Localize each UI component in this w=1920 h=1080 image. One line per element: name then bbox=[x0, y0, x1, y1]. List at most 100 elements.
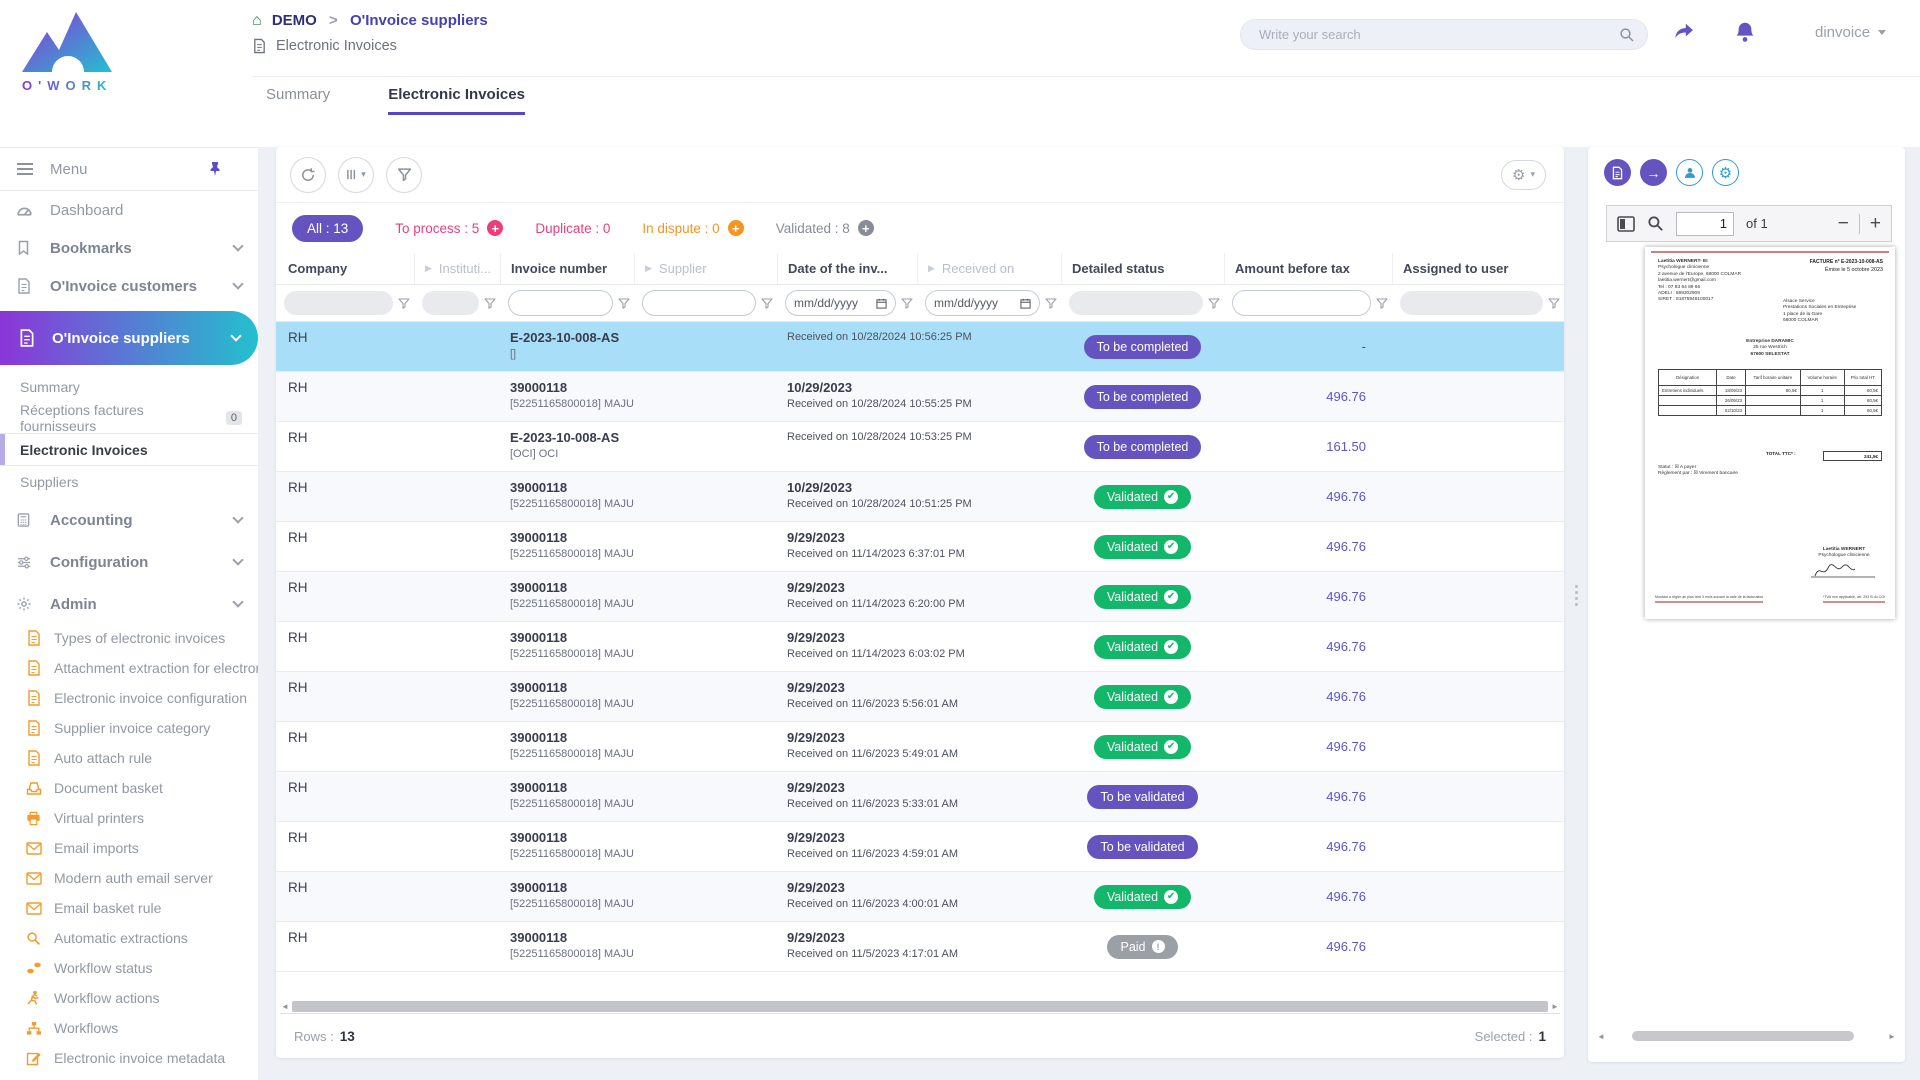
sidebar-admin-item-workflow-status[interactable]: Workflow status bbox=[0, 953, 258, 983]
search-input[interactable] bbox=[1259, 27, 1619, 42]
filter-in-dispute[interactable]: In dispute : 0+ bbox=[642, 220, 743, 236]
plus-icon[interactable]: + bbox=[487, 220, 503, 236]
sidebar-admin-item-email-imports[interactable]: Email imports bbox=[0, 833, 258, 863]
sidebar-subitem-electronic-invoices[interactable]: Electronic Invoices bbox=[0, 433, 258, 466]
table-row[interactable]: RH39000118[52251165800018] MAJUSCULE9/29… bbox=[276, 922, 1564, 972]
zoom-in-button[interactable]: + bbox=[1870, 213, 1881, 235]
open-arrow-button[interactable]: → bbox=[1640, 159, 1667, 186]
table-row[interactable]: RHE-2023-10-008-AS[OCI] OCIReceived on 1… bbox=[276, 422, 1564, 472]
pdf-search-icon[interactable] bbox=[1647, 215, 1664, 232]
share-icon[interactable] bbox=[1672, 21, 1696, 43]
date-filter-input[interactable]: mm/dd/yyyy bbox=[925, 290, 1040, 316]
column-header-assigned-to-user[interactable]: Assigned to user bbox=[1392, 253, 1564, 284]
table-row[interactable]: RH39000118[52251165800018] MAJUSCULE9/29… bbox=[276, 572, 1564, 622]
home-icon[interactable]: ⌂ bbox=[252, 12, 262, 29]
zoom-out-button[interactable]: − bbox=[1838, 213, 1849, 235]
cell-amount[interactable]: 496.76 bbox=[1224, 772, 1392, 821]
filter-button[interactable] bbox=[386, 157, 422, 193]
scrollbar-thumb[interactable] bbox=[1632, 1031, 1854, 1041]
cell-amount[interactable]: 496.76 bbox=[1224, 622, 1392, 671]
text-filter-input[interactable] bbox=[642, 290, 756, 316]
date-filter-input[interactable]: mm/dd/yyyy bbox=[785, 290, 896, 316]
scroll-right-icon[interactable]: ► bbox=[1887, 1032, 1897, 1041]
tab-electronic-invoices[interactable]: Electronic Invoices bbox=[388, 86, 525, 115]
sidebar-admin-item-attachment-extraction-for-electron[interactable]: Attachment extraction for electron bbox=[0, 653, 258, 683]
table-row[interactable]: RH39000118[52251165800018] MAJUSCULE9/29… bbox=[276, 622, 1564, 672]
breadcrumb-section[interactable]: O'Invoice suppliers bbox=[350, 12, 488, 29]
sidebar-admin-item-supplier-invoice-category[interactable]: Supplier invoice category bbox=[0, 713, 258, 743]
user-menu[interactable]: dinvoice bbox=[1815, 24, 1886, 41]
plus-icon[interactable]: + bbox=[858, 220, 874, 236]
sidebar-admin-item-virtual-printers[interactable]: Virtual printers bbox=[0, 803, 258, 833]
cell-amount[interactable]: 496.76 bbox=[1224, 472, 1392, 521]
cell-amount[interactable]: 496.76 bbox=[1224, 372, 1392, 421]
filter-validated[interactable]: Validated : 8+ bbox=[776, 220, 874, 236]
panel-resize-handle[interactable] bbox=[1572, 575, 1580, 615]
column-header-date-of-the-inv[interactable]: Date of the inv... bbox=[777, 253, 917, 284]
table-settings-button[interactable]: ⚙▾ bbox=[1501, 160, 1546, 190]
cell-amount[interactable]: 496.76 bbox=[1224, 522, 1392, 571]
pdf-file-button[interactable] bbox=[1604, 159, 1631, 186]
table-row[interactable]: RH39000118[52251165800018] MAJUSCULE9/29… bbox=[276, 522, 1564, 572]
plus-icon[interactable]: + bbox=[728, 220, 744, 236]
cell-amount[interactable]: - bbox=[1224, 322, 1392, 371]
pdf-horizontal-scrollbar[interactable]: ◄ ► bbox=[1596, 1029, 1897, 1043]
sidebar-toggle-icon[interactable] bbox=[1617, 216, 1635, 232]
text-filter-input[interactable] bbox=[1232, 290, 1371, 316]
scroll-right-icon[interactable]: ► bbox=[1550, 1002, 1560, 1011]
sidebar-admin-item-auto-attach-rule[interactable]: Auto attach rule bbox=[0, 743, 258, 773]
filter-all[interactable]: All : 13 bbox=[292, 215, 363, 242]
sidebar-item-bookmarks[interactable]: Bookmarks bbox=[0, 229, 258, 267]
cell-amount[interactable]: 496.76 bbox=[1224, 672, 1392, 721]
table-row[interactable]: RH39000118[52251165800018] MAJUSCULE10/2… bbox=[276, 372, 1564, 422]
scrollbar-thumb[interactable] bbox=[292, 1001, 1548, 1012]
cell-amount[interactable]: 161.50 bbox=[1224, 422, 1392, 471]
page-number-input[interactable] bbox=[1676, 212, 1734, 236]
sidebar-admin-item-workflow-actions[interactable]: Workflow actions bbox=[0, 983, 258, 1013]
table-row[interactable]: RH39000118[52251165800018] MAJUSCULE10/2… bbox=[276, 472, 1564, 522]
sidebar-subitem-summary[interactable]: Summary bbox=[0, 371, 258, 402]
column-header-instituti[interactable]: ▶Instituti... bbox=[414, 253, 500, 284]
sidebar-admin-item-automatic-extractions[interactable]: Automatic extractions bbox=[0, 923, 258, 953]
table-row[interactable]: RHE-2023-10-008-AS[]Received on 10/28/20… bbox=[276, 322, 1564, 372]
sidebar-item-configuration[interactable]: Configuration bbox=[0, 543, 258, 581]
column-header-received-on[interactable]: ▶Received on bbox=[917, 253, 1061, 284]
sidebar-admin-item-electronic-invoice-configuration[interactable]: Electronic invoice configuration bbox=[0, 683, 258, 713]
cell-amount[interactable]: 496.76 bbox=[1224, 572, 1392, 621]
sidebar-item-o-invoice-customers[interactable]: O'Invoice customers bbox=[0, 267, 258, 305]
cell-amount[interactable]: 496.76 bbox=[1224, 822, 1392, 871]
filter-duplicate[interactable]: Duplicate : 0 bbox=[535, 221, 610, 236]
sidebar-subitem-suppliers[interactable]: Suppliers bbox=[0, 466, 258, 497]
sidebar-subitem-r-ceptions-factures-fournisseurs[interactable]: Réceptions factures fournisseurs0 bbox=[0, 402, 258, 433]
table-row[interactable]: RH39000118[52251165800018] MAJUSCULE9/29… bbox=[276, 772, 1564, 822]
column-header-company[interactable]: Company bbox=[276, 253, 414, 284]
table-row[interactable]: RH39000118[52251165800018] MAJUSCULE9/29… bbox=[276, 822, 1564, 872]
sidebar-admin-item-workflows[interactable]: Workflows bbox=[0, 1013, 258, 1043]
sidebar-item-dashboard[interactable]: Dashboard bbox=[0, 191, 258, 229]
global-search[interactable] bbox=[1240, 19, 1648, 50]
sidebar-menu-toggle[interactable]: Menu bbox=[0, 147, 258, 191]
pin-icon[interactable] bbox=[208, 161, 228, 177]
cell-amount[interactable]: 496.76 bbox=[1224, 872, 1392, 921]
columns-button[interactable]: ▾ bbox=[338, 157, 374, 193]
filter-to-process[interactable]: To process : 5+ bbox=[395, 220, 503, 236]
text-filter-input[interactable] bbox=[508, 290, 613, 316]
sidebar-admin-item-electronic-invoice-metadata[interactable]: Electronic invoice metadata bbox=[0, 1043, 258, 1073]
breadcrumb-home[interactable]: DEMO bbox=[272, 12, 317, 29]
sidebar-item-admin[interactable]: Admin bbox=[0, 585, 258, 623]
sidebar-admin-item-email-basket-rule[interactable]: Email basket rule bbox=[0, 893, 258, 923]
horizontal-scrollbar[interactable]: ◄ ► bbox=[280, 1000, 1560, 1014]
cell-amount[interactable]: 496.76 bbox=[1224, 922, 1392, 971]
sidebar-item-accounting[interactable]: Accounting bbox=[0, 501, 258, 539]
assign-user-button[interactable] bbox=[1676, 159, 1703, 186]
search-icon[interactable] bbox=[1619, 27, 1635, 43]
hamburger-icon[interactable] bbox=[16, 162, 36, 176]
table-row[interactable]: RH39000118[52251165800018] MAJUSCULE9/29… bbox=[276, 872, 1564, 922]
column-header-detailed-status[interactable]: Detailed status bbox=[1061, 253, 1224, 284]
sidebar-admin-item-types-of-electronic-invoices[interactable]: Types of electronic invoices bbox=[0, 623, 258, 653]
column-header-amount-before-tax[interactable]: Amount before tax bbox=[1224, 253, 1392, 284]
refresh-button[interactable] bbox=[290, 157, 326, 193]
pdf-settings-button[interactable]: ⚙ bbox=[1712, 159, 1739, 186]
cell-amount[interactable]: 496.76 bbox=[1224, 722, 1392, 771]
column-header-invoice-number[interactable]: Invoice number bbox=[500, 253, 634, 284]
